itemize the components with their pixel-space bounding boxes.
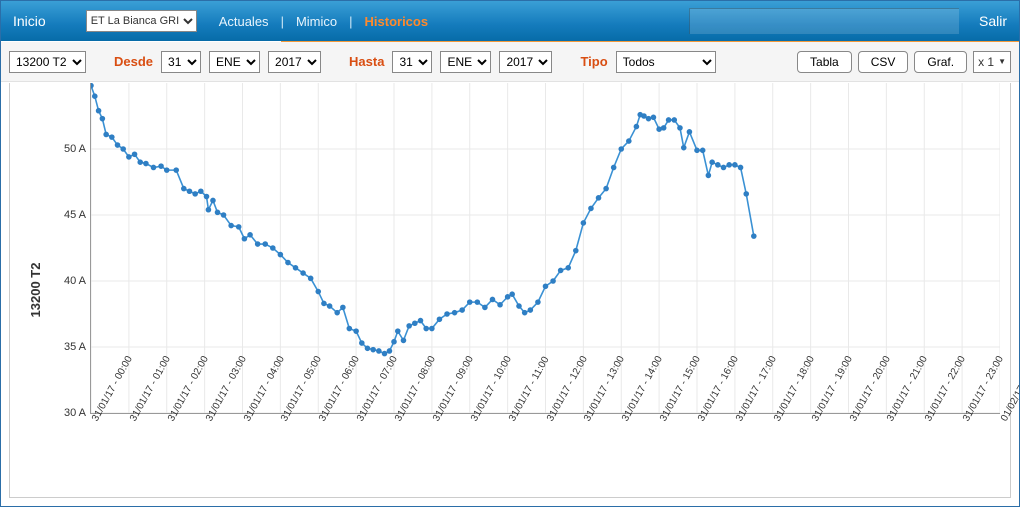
tab-actuales[interactable]: Actuales bbox=[215, 12, 273, 31]
exit-link[interactable]: Salir bbox=[979, 13, 1007, 29]
desde-label: Desde bbox=[114, 54, 153, 69]
y-ticks: 30 A35 A40 A45 A50 A bbox=[50, 83, 88, 414]
tipo-label: Tipo bbox=[580, 54, 607, 69]
hasta-label: Hasta bbox=[349, 54, 384, 69]
hasta-year[interactable]: 2017 bbox=[499, 51, 552, 73]
csv-button[interactable]: CSV bbox=[858, 51, 909, 73]
graf-button[interactable]: Graf. bbox=[914, 51, 967, 73]
top-bar: Inicio ET La Bianca GRI Actuales | Mimic… bbox=[1, 1, 1019, 41]
y-tick: 30 A bbox=[64, 407, 86, 419]
tab-separator: | bbox=[349, 14, 352, 29]
desde-day[interactable]: 31 bbox=[161, 51, 201, 73]
tab-bar: Actuales | Mimico | Historicos bbox=[215, 12, 432, 31]
hasta-day[interactable]: 31 bbox=[392, 51, 432, 73]
station-select[interactable]: ET La Bianca GRI bbox=[86, 10, 197, 32]
desde-month[interactable]: ENE bbox=[209, 51, 260, 73]
series-select[interactable]: 13200 T2 bbox=[9, 51, 86, 73]
x-ticks: 31/01/17 - 00:0031/01/17 - 01:0031/01/17… bbox=[90, 414, 1000, 497]
tab-separator: | bbox=[281, 14, 284, 29]
desde-year[interactable]: 2017 bbox=[268, 51, 321, 73]
tab-historicos[interactable]: Historicos bbox=[361, 12, 433, 31]
chevron-down-icon: ▼ bbox=[998, 57, 1006, 66]
chart-area: 13200 T2 30 A 35 A 40 A 45 A 50 A 31/01/17 -… bbox=[9, 83, 1011, 498]
y-tick: 35 A bbox=[64, 341, 86, 353]
y-axis-label: 13200 T2 bbox=[28, 263, 43, 318]
y-tick: 45 A bbox=[64, 209, 86, 221]
chart-toolbar: 13200 T2 Desde 31 ENE 2017 Hasta 31 ENE … bbox=[1, 42, 1019, 82]
zoom-select[interactable]: x 1 ▼ bbox=[973, 51, 1011, 73]
tipo-select[interactable]: Todos bbox=[616, 51, 716, 73]
tabla-button[interactable]: Tabla bbox=[797, 51, 852, 73]
y-tick: 40 A bbox=[64, 275, 86, 287]
hasta-month[interactable]: ENE bbox=[440, 51, 491, 73]
y-tick: 50 A bbox=[64, 143, 86, 155]
home-link[interactable]: Inicio bbox=[13, 13, 46, 29]
tab-mimico[interactable]: Mimico bbox=[292, 12, 341, 31]
zoom-value: x 1 bbox=[978, 55, 994, 69]
search-input[interactable] bbox=[689, 8, 959, 34]
